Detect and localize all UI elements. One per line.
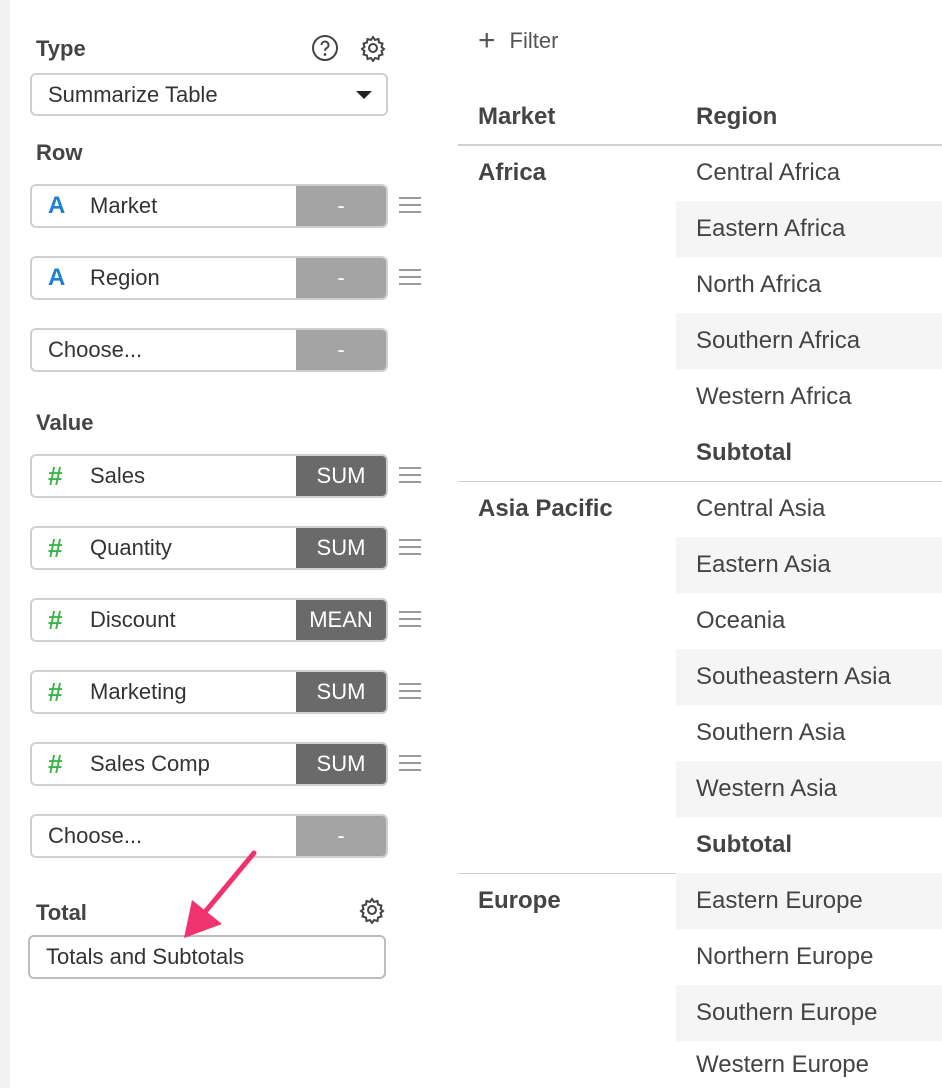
column-header-market[interactable]: Market (478, 103, 555, 131)
region-cell: Western Asia (676, 761, 942, 817)
settings-panel: Type Summarize Table Row A Market - A Re… (0, 0, 448, 1088)
gear-icon[interactable] (358, 896, 386, 924)
gear-icon[interactable] (359, 34, 387, 62)
subtotal-cell: Subtotal (696, 439, 792, 466)
aggregation-button[interactable]: SUM (296, 456, 386, 496)
region-cell: Western Europe (696, 1050, 869, 1078)
row-field-sort-button[interactable]: - (296, 330, 386, 370)
drag-handle-icon[interactable] (399, 539, 421, 557)
number-type-icon: # (48, 676, 63, 707)
type-select-value: Summarize Table (48, 81, 218, 107)
row-field-name: Region (90, 265, 160, 290)
drag-handle-icon[interactable] (399, 611, 421, 629)
row-field-empty: Choose... - (30, 328, 388, 372)
value-label: Value (36, 410, 94, 435)
add-filter-button[interactable]: + Filter (478, 26, 558, 56)
value-field-selector[interactable]: # Sales (32, 456, 296, 496)
number-type-icon: # (48, 460, 63, 491)
number-type-icon: # (48, 748, 63, 779)
subtotal-cell: Subtotal (696, 831, 792, 858)
drag-handle-icon[interactable] (399, 755, 421, 773)
region-cell: Central Asia (696, 495, 826, 522)
region-cell: Southern Europe (676, 985, 942, 1041)
value-field-name: Sales (90, 463, 146, 488)
value-field-name: Discount (90, 607, 176, 632)
number-type-icon: # (48, 604, 63, 635)
row-field-selector[interactable]: A Region (32, 258, 296, 298)
row-field-region: A Region - (30, 256, 388, 300)
market-cell: Asia Pacific (478, 495, 613, 522)
row-field-sort-button[interactable]: - (296, 258, 386, 298)
value-field-name: Sales Comp (90, 751, 210, 776)
value-field-marketing: # Marketing SUM (30, 670, 388, 714)
text-type-icon: A (48, 192, 66, 219)
aggregation-button[interactable]: MEAN (296, 600, 386, 640)
annotation-arrow-icon (184, 850, 257, 938)
value-field-selector[interactable]: # Discount (32, 600, 296, 640)
row-field-sort-button[interactable]: - (296, 186, 386, 226)
row-field-name: Market (90, 193, 158, 218)
text-type-icon: A (48, 264, 66, 291)
aggregation-button[interactable]: - (296, 816, 386, 856)
drag-handle-icon[interactable] (399, 467, 421, 485)
value-field-selector[interactable]: # Sales Comp (32, 744, 296, 784)
number-type-icon: # (48, 532, 63, 563)
row-field-market: A Market - (30, 184, 388, 228)
type-select[interactable]: Summarize Table (30, 73, 388, 116)
region-cell: Western Africa (696, 383, 852, 410)
value-field-selector[interactable]: # Marketing (32, 672, 296, 712)
region-cell: Northern Europe (696, 943, 874, 970)
filter-label: Filter (509, 28, 559, 53)
value-field-name: Marketing (90, 679, 187, 704)
drag-handle-icon[interactable] (399, 683, 421, 701)
total-label: Total (36, 900, 87, 925)
aggregation-button[interactable]: SUM (296, 528, 386, 568)
drag-handle-icon[interactable] (399, 197, 421, 215)
region-cell: Southern Africa (676, 313, 942, 369)
value-field-selector[interactable]: # Quantity (32, 528, 296, 568)
drag-handle-icon[interactable] (399, 269, 421, 287)
row-field-name: Choose... (48, 337, 143, 362)
value-field-sales: # Sales SUM (30, 454, 388, 498)
value-field-sales-comp: # Sales Comp SUM (30, 742, 388, 786)
row-label: Row (36, 140, 83, 165)
region-cell: Oceania (696, 607, 786, 634)
plus-icon: + (478, 24, 496, 57)
region-cell: Southern Asia (696, 719, 846, 746)
help-icon[interactable] (311, 34, 339, 62)
value-field-quantity: # Quantity SUM (30, 526, 388, 570)
type-label: Type (36, 36, 86, 61)
aggregation-button[interactable]: SUM (296, 744, 386, 784)
aggregation-button[interactable]: SUM (296, 672, 386, 712)
region-cell: Eastern Africa (676, 201, 942, 257)
chevron-down-icon (356, 91, 372, 99)
row-field-selector[interactable]: Choose... (32, 330, 296, 370)
row-field-selector[interactable]: A Market (32, 186, 296, 226)
region-cell: Eastern Asia (676, 537, 942, 593)
column-header-region[interactable]: Region (696, 103, 777, 131)
market-cell: Africa (478, 159, 547, 186)
value-field-name: Choose... (48, 823, 143, 848)
region-cell: North Africa (696, 271, 822, 298)
table-panel: + Filter Market Region Africa Central Af… (448, 0, 942, 1088)
region-cell: Southeastern Asia (676, 649, 942, 705)
value-field-discount: # Discount MEAN (30, 598, 388, 642)
value-field-name: Quantity (90, 535, 172, 560)
market-cell: Europe (478, 887, 561, 914)
region-cell: Eastern Europe (676, 873, 942, 929)
region-cell: Central Africa (696, 159, 841, 186)
